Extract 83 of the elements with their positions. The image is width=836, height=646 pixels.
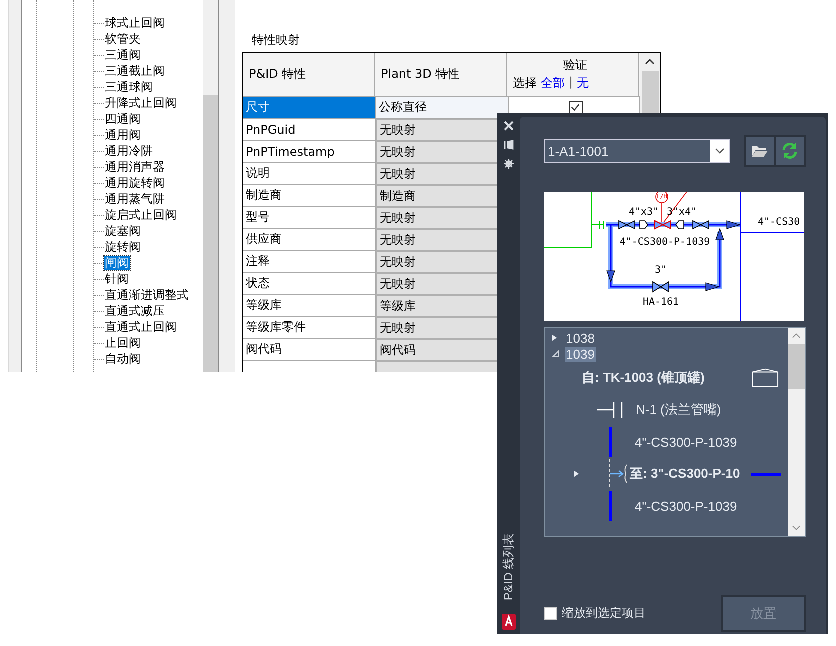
tree-item[interactable]: 通用旋转阀	[104, 176, 166, 190]
tree-item[interactable]: 球式止回阀	[104, 16, 166, 30]
column-header[interactable]: Plant 3D 特性	[375, 53, 507, 96]
scroll-down-icon[interactable]	[792, 525, 801, 531]
tree-item[interactable]: 闸阀	[104, 256, 130, 270]
tree-item[interactable]: 旋塞阀	[104, 224, 142, 238]
tree-item[interactable]: 三通球阀	[104, 80, 154, 94]
chevron-down-icon	[714, 148, 724, 154]
table-cell[interactable]: 公称直径	[376, 97, 509, 119]
line-item[interactable]: 自: TK-1003 (锥顶罐)	[582, 369, 705, 387]
table-cell[interactable]: 制造商	[243, 185, 376, 207]
checkbox[interactable]	[568, 100, 582, 114]
table-cell[interactable]: 等级库零件	[243, 317, 376, 339]
table-cell[interactable]: 尺寸	[243, 97, 376, 119]
separator-text: |	[569, 75, 574, 91]
select-all-link[interactable]: 全部	[541, 75, 565, 92]
table-cell[interactable]: 阀代码	[243, 339, 376, 361]
column-header: 验证	[564, 57, 588, 74]
table-cell[interactable]: 型号	[243, 207, 376, 229]
table-cell[interactable]: 注释	[243, 251, 376, 273]
select-label: 选择	[513, 75, 537, 92]
scrollbar-thumb[interactable]	[788, 344, 805, 389]
drawing-dropdown[interactable]: 1-A1-1001	[544, 139, 730, 163]
table-cell[interactable]: 等级库	[243, 295, 376, 317]
pipe-icon	[751, 472, 781, 476]
diagram-label: 4"-CS30	[758, 217, 800, 228]
close-icon[interactable]	[504, 121, 514, 131]
tank-icon	[752, 368, 779, 388]
flange-symbol	[592, 220, 604, 230]
tree-item[interactable]: 1038	[565, 330, 596, 346]
splitter-bar[interactable]	[8, 0, 22, 372]
tree-item[interactable]: 三通阀	[104, 48, 142, 62]
pipe-icon	[609, 427, 612, 457]
scrollbar-thumb[interactable]	[203, 95, 218, 372]
diagram-label: 4"x3"	[628, 207, 660, 218]
tree-item[interactable]: 旋转阀	[104, 240, 142, 254]
table-cell[interactable]: 供应商	[243, 229, 376, 251]
tree-item[interactable]: 通用蒸气阱	[104, 192, 166, 206]
tree-item[interactable]: 通用冷阱	[104, 144, 154, 158]
collapse-icon[interactable]	[552, 350, 560, 358]
select-none-link[interactable]: 无	[577, 75, 590, 92]
scroll-up-icon[interactable]	[645, 59, 655, 65]
pin-icon[interactable]	[504, 140, 514, 150]
tree-item[interactable]: 通用阀	[104, 128, 142, 142]
diagram-label: 4"-CS300-P-1039	[620, 237, 710, 248]
pipe-line	[544, 192, 592, 248]
tree-item[interactable]: 三通截止阀	[104, 64, 166, 78]
checkbox-label[interactable]: 缩放到选定项目	[562, 605, 646, 622]
open-folder-button[interactable]	[746, 137, 774, 165]
column-header[interactable]: P&ID 特性	[243, 53, 375, 96]
folder-icon	[751, 144, 769, 158]
table-cell[interactable]: PnPGuid	[243, 119, 376, 141]
tree-item[interactable]: 直通式减压	[104, 304, 166, 318]
pipe-icon	[609, 491, 612, 521]
refresh-icon	[781, 142, 799, 160]
diagram-label: 3"	[654, 265, 668, 276]
table-cell[interactable]: PnPTimestamp	[243, 141, 376, 163]
gear-icon[interactable]	[504, 159, 514, 169]
tree-item[interactable]: 自动阀	[104, 352, 142, 366]
tree-item[interactable]: 通用消声器	[104, 160, 166, 174]
tree-item[interactable]: 升降式止回阀	[104, 96, 178, 110]
tree-item[interactable]: 直通式止回阀	[104, 320, 178, 334]
line-item[interactable]: 4"-CS300-P-1039	[635, 434, 738, 450]
diagram-label: HA-161	[642, 297, 680, 308]
line-item[interactable]: N-1 (法兰管嘴)	[636, 401, 722, 419]
line-item[interactable]: 4"-CS300-P-1039	[635, 498, 738, 514]
tree-item[interactable]: 直通渐进调整式	[104, 288, 190, 302]
scrollbar[interactable]	[788, 328, 805, 536]
section-title: 特性映射	[251, 32, 301, 49]
table-cell[interactable]: 状态	[243, 273, 376, 295]
line-item[interactable]: 至: 3"-CS300-P-10	[630, 465, 740, 483]
tree-item[interactable]: 针阀	[104, 272, 130, 286]
tree-item[interactable]: 四通阀	[104, 112, 142, 126]
refresh-button[interactable]	[776, 137, 804, 165]
expand-icon[interactable]	[574, 470, 579, 478]
tree-item[interactable]: 旋启式止回阀	[104, 208, 178, 222]
tree-item[interactable]: 软管夹	[104, 32, 142, 46]
app-icon[interactable]	[502, 614, 516, 630]
palette-title: P&ID 线列表	[500, 533, 516, 601]
tree-item[interactable]: 止回阀	[104, 336, 142, 350]
scrollbar[interactable]	[203, 0, 218, 372]
table-cell[interactable]: 说明	[243, 163, 376, 185]
splitter-bar[interactable]	[218, 0, 235, 372]
